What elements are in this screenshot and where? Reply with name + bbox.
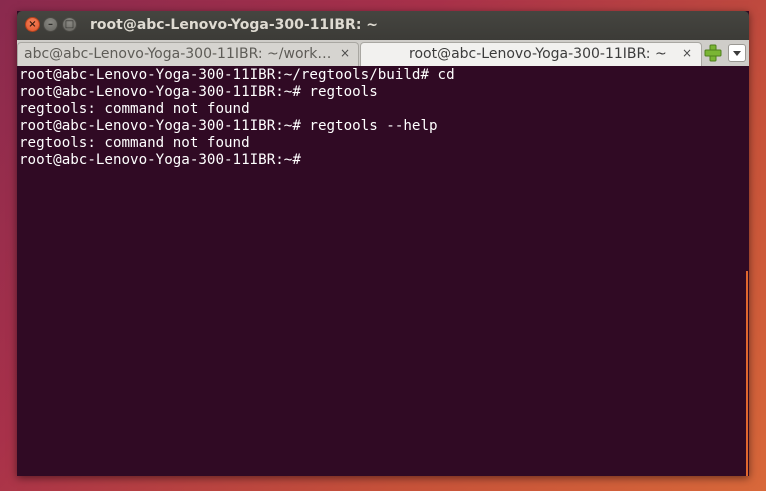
terminal-window: × – □ root@abc-Lenovo-Yoga-300-11IBR: ~ … [17, 11, 749, 476]
tab-label: root@abc-Lenovo-Yoga-300-11IBR: ~ [409, 46, 667, 62]
tab-label: abc@abc-Lenovo-Yoga-300-11IBR: ~/works… [24, 46, 334, 62]
tab-close-icon[interactable]: × [682, 46, 692, 60]
maximize-icon[interactable]: □ [62, 17, 77, 32]
terminal-line: regtools: command not found [19, 101, 250, 117]
terminal-line: root@abc-Lenovo-Yoga-300-11IBR:~# regtoo… [19, 118, 438, 134]
plus-icon[interactable] [704, 44, 722, 62]
terminal-line: root@abc-Lenovo-Yoga-300-11IBR:~/regtool… [19, 67, 455, 83]
tab-bar: abc@abc-Lenovo-Yoga-300-11IBR: ~/works… … [17, 40, 749, 66]
title-bar[interactable]: × – □ root@abc-Lenovo-Yoga-300-11IBR: ~ [17, 11, 749, 40]
tab-menu-arrow [733, 51, 741, 56]
tab-close-icon[interactable]: × [340, 46, 350, 60]
terminal-output[interactable]: root@abc-Lenovo-Yoga-300-11IBR:~/regtool… [17, 66, 745, 476]
window-title: root@abc-Lenovo-Yoga-300-11IBR: ~ [90, 17, 379, 33]
tab-abc-workspace[interactable]: abc@abc-Lenovo-Yoga-300-11IBR: ~/works… … [17, 42, 359, 66]
terminal-line: regtools: command not found [19, 135, 250, 151]
scrollbar[interactable] [745, 66, 749, 476]
terminal-prompt-line: root@abc-Lenovo-Yoga-300-11IBR:~# [19, 152, 301, 168]
chevron-down-icon[interactable] [728, 44, 746, 62]
close-icon[interactable]: × [25, 17, 40, 32]
scrollbar-thumb[interactable] [746, 271, 748, 476]
terminal-line: root@abc-Lenovo-Yoga-300-11IBR:~# regtoo… [19, 84, 378, 100]
tab-root-home[interactable]: root@abc-Lenovo-Yoga-300-11IBR: ~ × [360, 42, 702, 66]
minimize-icon[interactable]: – [43, 17, 58, 32]
new-tab-plus-glyph [704, 44, 722, 62]
